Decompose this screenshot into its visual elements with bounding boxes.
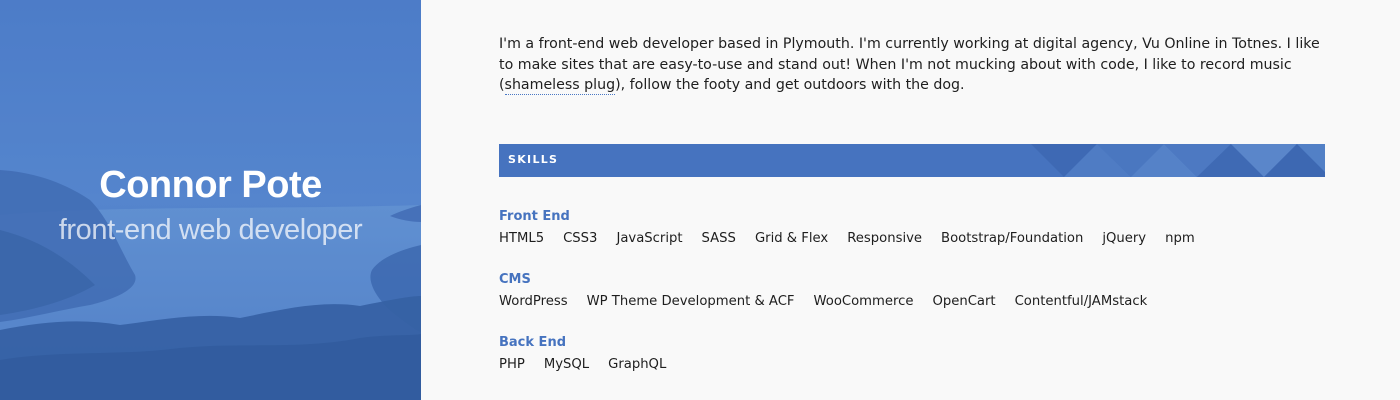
skill-item: Grid & Flex	[754, 231, 829, 246]
shameless-plug-link[interactable]: shameless plug	[504, 77, 616, 95]
skill-list: PHP MySQL GraphQL	[499, 356, 1329, 374]
skill-item: MySQL	[543, 357, 590, 372]
skills-heading: SKILLS	[508, 153, 559, 166]
skill-item: Responsive	[847, 231, 923, 246]
skill-item: WooCommerce	[813, 294, 914, 309]
skill-group-title: CMS	[499, 272, 531, 287]
skill-group-front-end: Front End HTML5 CSS3 JavaScript SASS Gri…	[499, 208, 1329, 248]
skill-list: HTML5 CSS3 JavaScript SASS Grid & Flex R…	[499, 230, 1329, 248]
skill-group-title: Back End	[499, 335, 566, 350]
hero-role: front-end web developer	[58, 214, 363, 246]
skill-item: CSS3	[563, 231, 598, 246]
skill-item: HTML5	[499, 231, 545, 246]
hero-name: Connor Pote	[99, 164, 322, 206]
intro-text-after-link: ), follow the footy and get outdoors wit…	[615, 77, 965, 93]
skill-list: WordPress WP Theme Development & ACF Woo…	[499, 293, 1329, 311]
skill-item: jQuery	[1102, 231, 1147, 246]
skill-item: OpenCart	[932, 294, 996, 309]
skill-item: WP Theme Development & ACF	[586, 294, 795, 309]
skill-group-back-end: Back End PHP MySQL GraphQL	[499, 334, 1329, 374]
skill-group-title: Front End	[499, 209, 570, 224]
hero-panel: Connor Pote front-end web developer	[0, 0, 421, 400]
skill-group-cms: CMS WordPress WP Theme Development & ACF…	[499, 271, 1329, 311]
skills-header-bar: SKILLS	[499, 144, 1325, 177]
skill-item: JavaScript	[616, 231, 683, 246]
hero-heading-block: Connor Pote front-end web developer	[0, 160, 421, 250]
skills-bar-triangle-pattern	[1031, 144, 1325, 177]
skill-item: Contentful/JAMstack	[1014, 294, 1148, 309]
skill-item: Bootstrap/Foundation	[941, 231, 1084, 246]
skill-item: SASS	[701, 231, 736, 246]
skill-item: GraphQL	[608, 357, 667, 372]
skill-item: npm	[1165, 231, 1195, 246]
skill-item: PHP	[499, 357, 525, 372]
skill-item: WordPress	[499, 294, 568, 309]
intro-paragraph: I'm a front-end web developer based in P…	[499, 34, 1329, 96]
main-content: I'm a front-end web developer based in P…	[499, 34, 1329, 372]
